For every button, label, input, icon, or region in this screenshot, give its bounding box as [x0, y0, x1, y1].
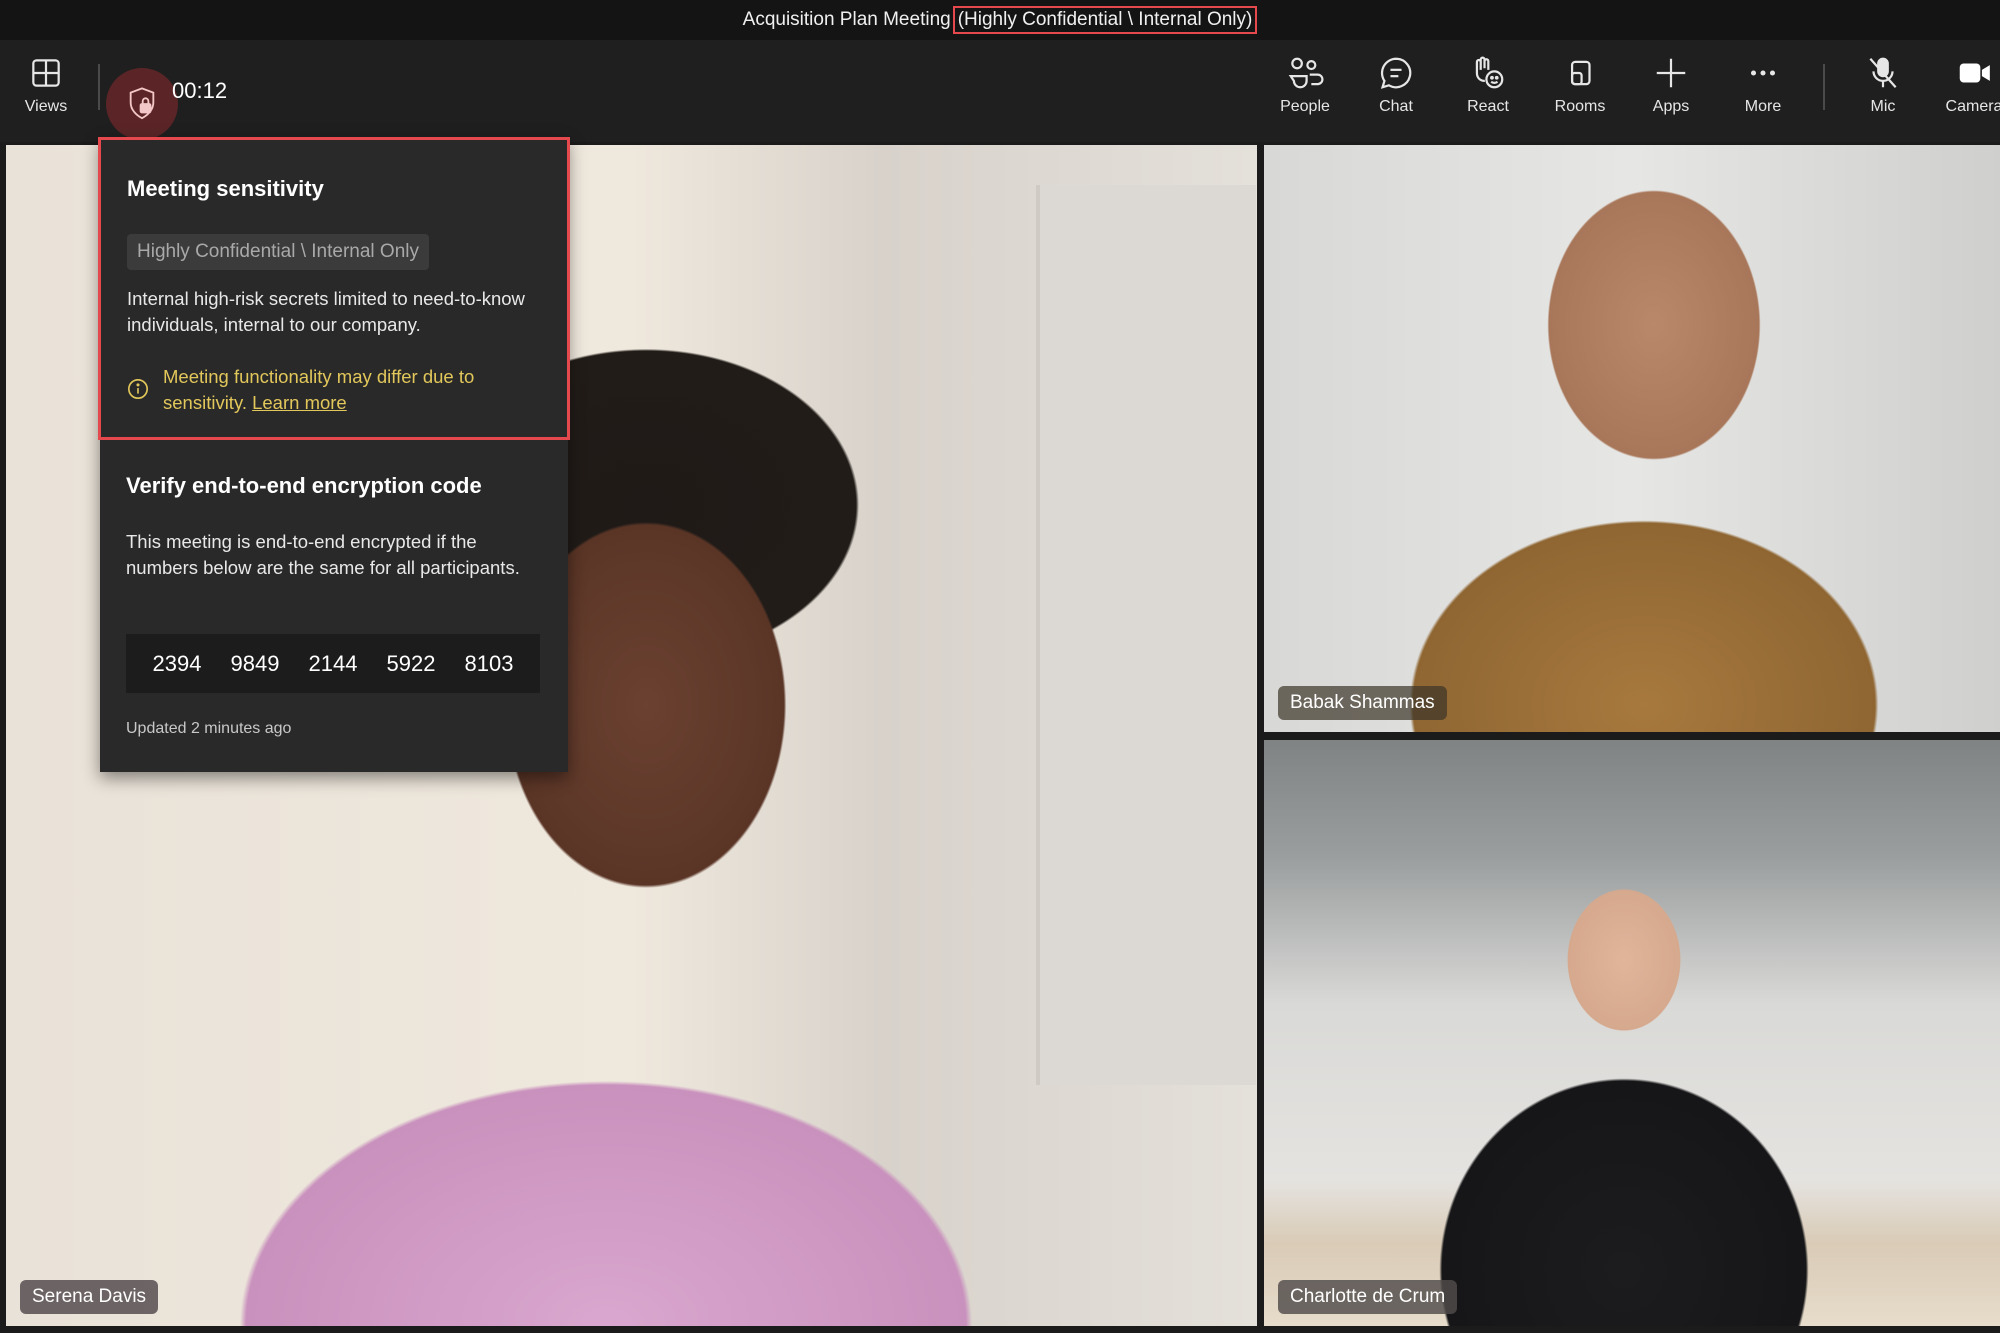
apps-label: Apps [1652, 98, 1690, 115]
toolbar-divider [98, 64, 100, 110]
sensitivity-section: Meeting sensitivity Highly Confidential … [98, 137, 570, 440]
more-label: More [1744, 98, 1782, 115]
mic-label: Mic [1870, 98, 1896, 115]
people-label: People [1280, 98, 1330, 115]
views-button[interactable]: Views [6, 54, 86, 134]
react-button[interactable]: React [1448, 54, 1528, 134]
encryption-updated: Updated 2 minutes ago [126, 720, 292, 737]
background-shelf [1036, 185, 1256, 1085]
camera-button[interactable]: Camera [1934, 54, 2000, 134]
chat-button[interactable]: Chat [1356, 54, 1436, 134]
react-label: React [1467, 98, 1509, 115]
camera-icon [1959, 63, 1990, 83]
shield-lock-icon [129, 87, 155, 120]
sensitivity-label-title: (Highly Confidential \ Internal Only) [952, 6, 1258, 34]
sensitivity-badge: Highly Confidential \ Internal Only [127, 234, 429, 270]
sensitivity-description: Internal high-risk secrets limited to ne… [127, 288, 525, 335]
sensitivity-warning: Meeting functionality may differ due to … [127, 364, 547, 416]
meeting-info-popover: Meeting sensitivity Highly Confidential … [98, 137, 570, 772]
participant-name-tag: Babak Shammas [1278, 686, 1447, 720]
rooms-label: Rooms [1554, 98, 1606, 115]
code-group: 2144 [308, 650, 358, 676]
meeting-title: Acquisition Plan Meeting [742, 9, 951, 30]
window-title-bar: Acquisition Plan Meeting (Highly Confide… [0, 0, 2000, 40]
encryption-code: 2394 9849 2144 5922 8103 [126, 634, 540, 693]
plus-icon [1656, 58, 1686, 88]
code-group: 2394 [152, 650, 202, 676]
chat-icon [1380, 57, 1412, 89]
react-icon [1475, 56, 1504, 89]
people-icon [1288, 57, 1324, 89]
more-button[interactable]: More [1723, 54, 1803, 134]
meeting-timer: 00:12 [172, 78, 228, 103]
code-group: 8103 [464, 650, 514, 676]
meeting-toolbar: Views 00:12 People Chat React Rooms Apps… [0, 40, 2000, 142]
learn-more-link[interactable]: Learn more [252, 392, 347, 413]
encryption-description: This meeting is end-to-end encrypted if … [126, 531, 520, 578]
rooms-icon [1570, 60, 1591, 86]
sensitivity-heading: Meeting sensitivity [127, 176, 324, 201]
info-icon [128, 379, 148, 399]
encryption-heading: Verify end-to-end encryption code [126, 473, 482, 498]
video-tile-charlotte[interactable]: Charlotte de Crum [1264, 740, 2000, 1326]
participant-name-tag: Charlotte de Crum [1278, 1280, 1458, 1314]
chat-label: Chat [1379, 98, 1413, 115]
mic-button[interactable]: Mic [1843, 54, 1923, 134]
code-group: 5922 [386, 650, 436, 676]
rooms-button[interactable]: Rooms [1540, 54, 1620, 134]
sensitivity-shield-button[interactable] [106, 68, 178, 140]
toolbar-divider-2 [1823, 64, 1825, 110]
video-tile-babak[interactable]: Babak Shammas [1264, 145, 2000, 732]
participant-name-tag: Serena Davis [20, 1280, 159, 1314]
views-label: Views [24, 98, 68, 115]
people-button[interactable]: People [1265, 54, 1345, 134]
apps-button[interactable]: Apps [1631, 54, 1711, 134]
code-group: 9849 [230, 650, 280, 676]
grid-icon [32, 59, 60, 87]
more-icon [1750, 70, 1776, 76]
mic-off-icon [1869, 57, 1897, 88]
camera-label: Camera [1945, 98, 2000, 115]
